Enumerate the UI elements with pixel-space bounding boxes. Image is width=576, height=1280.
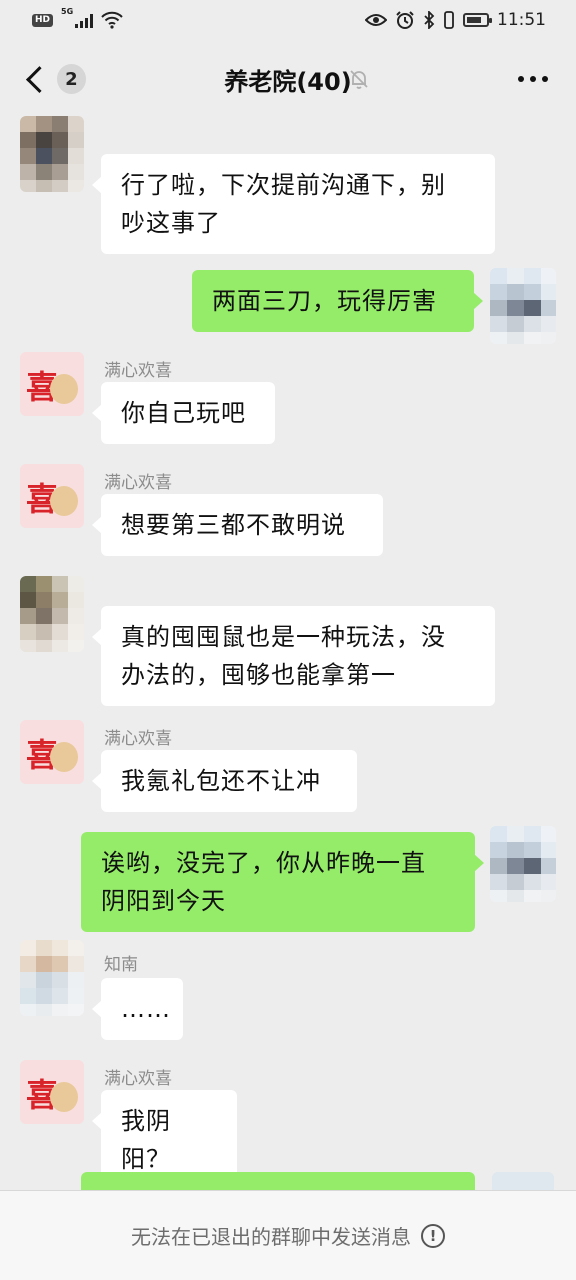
avatar-xi[interactable]: 喜: [20, 720, 84, 784]
bear-icon: [50, 374, 78, 404]
sender-name: 满心欢喜: [104, 1069, 172, 1089]
message-line: 想要第三都不敢明说: [121, 511, 346, 539]
more-options-button[interactable]: [518, 76, 548, 82]
status-bar: HD 5G 11:51: [0, 0, 576, 40]
avatar-xi[interactable]: 喜: [20, 1060, 84, 1124]
bear-icon: [50, 1082, 78, 1112]
message-line: 办法的，囤够也能拿第一: [121, 661, 396, 689]
sender-name: 知南: [104, 955, 138, 975]
cannot-send-notice: 无法在已退出的群聊中发送消息: [131, 1225, 411, 1249]
message-line: 诶哟，没完了，你从昨晚一直: [101, 849, 426, 877]
avatar-blurred[interactable]: [20, 576, 84, 652]
my-avatar-blurred[interactable]: [490, 268, 556, 344]
avatar-xi[interactable]: 喜: [20, 352, 84, 416]
message-bubble-incoming[interactable]: 我氪礼包还不让冲: [92, 750, 357, 812]
avatar-xi[interactable]: 喜: [20, 464, 84, 528]
message-line: 两面三刀，玩得厉害: [212, 287, 437, 315]
sender-name: 满心欢喜: [104, 729, 172, 749]
bear-icon: [50, 486, 78, 516]
message-line: 我氪礼包还不让冲: [121, 767, 321, 795]
signal-icon: 5G: [61, 8, 94, 28]
my-avatar-partial[interactable]: [492, 1172, 554, 1190]
battery-icon: [463, 13, 492, 27]
message-line: 你自己玩吧: [121, 399, 246, 427]
my-avatar-blurred[interactable]: [490, 826, 556, 902]
chat-title: 养老院(40): [224, 68, 352, 96]
avatar-blurred[interactable]: [20, 116, 84, 192]
chat-header: 2 养老院(40): [0, 40, 576, 116]
message-line: 我阴阳？: [121, 1107, 171, 1173]
message-bubble-incoming[interactable]: 行了啦，下次提前沟通下，别 吵这事了: [92, 154, 495, 254]
message-line: ……: [121, 995, 171, 1023]
message-bubble-incoming[interactable]: ……: [92, 978, 183, 1040]
status-right: 11:51: [365, 10, 546, 30]
sender-name: 满心欢喜: [104, 361, 172, 381]
eye-icon: [365, 14, 387, 26]
status-left: HD 5G: [32, 8, 123, 29]
network-type: 5G: [61, 7, 74, 16]
message-bubble-incoming[interactable]: 你自己玩吧: [92, 382, 275, 444]
vibrate-icon: [444, 11, 454, 29]
info-icon[interactable]: !: [421, 1223, 445, 1248]
wifi-icon: [101, 11, 123, 29]
message-bubble-incoming[interactable]: 真的囤囤鼠也是一种玩法，没 办法的，囤够也能拿第一: [92, 606, 495, 706]
battery-level: [467, 17, 482, 23]
alarm-icon: [396, 11, 414, 29]
more-dot-icon: [542, 76, 548, 82]
input-disabled-bar: 无法在已退出的群聊中发送消息 !: [0, 1190, 576, 1280]
message-bubble-outgoing[interactable]: 两面三刀，玩得厉害: [192, 270, 483, 332]
message-line: 真的囤囤鼠也是一种玩法，没: [121, 623, 446, 651]
hd-badge: HD: [32, 13, 54, 27]
message-bubble-outgoing-partial[interactable]: [81, 1172, 484, 1212]
bluetooth-icon: [424, 11, 435, 29]
message-bubble-outgoing[interactable]: 诶哟，没完了，你从昨晚一直 阴阳到今天: [81, 832, 484, 932]
message-bubble-incoming[interactable]: 想要第三都不敢明说: [92, 494, 383, 556]
more-dot-icon: [518, 76, 524, 82]
avatar-blurred[interactable]: [20, 940, 84, 1016]
message-line: 行了啦，下次提前沟通下，别: [121, 171, 446, 199]
more-dot-icon: [530, 76, 536, 82]
message-line: 阴阳到今天: [101, 887, 226, 915]
sender-name: 满心欢喜: [104, 473, 172, 493]
message-line: 吵这事了: [121, 209, 221, 237]
mute-bell-icon: [350, 70, 368, 89]
status-time: 11:51: [497, 10, 546, 30]
bear-icon: [50, 742, 78, 772]
